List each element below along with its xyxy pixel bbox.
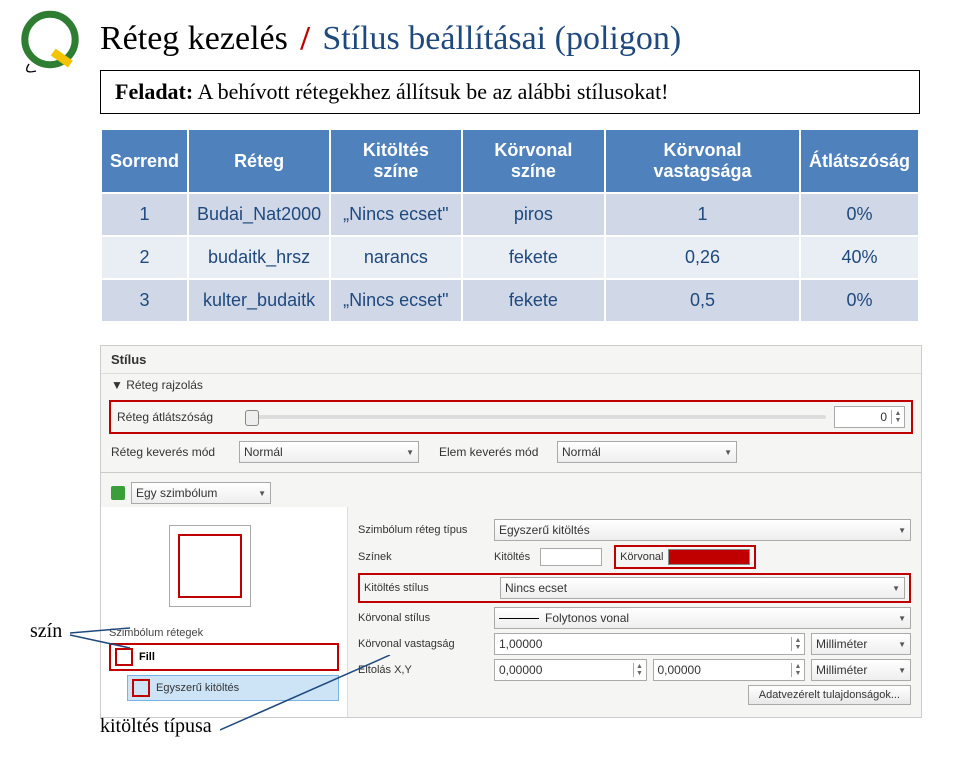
fillstyle-combo[interactable]: Nincs ecset ▼ (500, 577, 905, 599)
task-box: Feladat: A behívott rétegekhez állítsuk … (100, 70, 920, 114)
spin-arrows-icon[interactable]: ▲▼ (891, 410, 904, 424)
line-preview-icon (499, 618, 539, 619)
outlinestyle-label: Körvonal stílus (358, 612, 488, 624)
page-title: Réteg kezelés / Stílus beállításai (poli… (100, 20, 920, 58)
chevron-down-icon: ▼ (258, 489, 266, 498)
slider-thumb-icon[interactable] (245, 410, 259, 426)
symboltype-row: Egy szimbólum ▼ (101, 479, 921, 507)
blend-row: Réteg keverés mód Normál ▼ Elem keverés … (101, 438, 921, 466)
panel-subheader: ▼ Réteg rajzolás (101, 374, 921, 396)
fill-color-button[interactable] (540, 548, 602, 566)
layers-title: Szimbólum rétegek (109, 627, 339, 639)
layer-blend-label: Réteg keverés mód (111, 445, 231, 459)
colors-label: Színek (358, 551, 488, 563)
simplefill-swatch-icon (132, 679, 150, 697)
chevron-down-icon: ▼ (898, 526, 906, 535)
col-atlatszosag: Átlátszóság (800, 129, 919, 193)
chevron-down-icon: ▼ (898, 640, 906, 649)
symlayer-type-combo[interactable]: Egyszerű kitöltés ▼ (494, 519, 911, 541)
fill-swatch-icon (115, 648, 133, 666)
fillstyle-row: Kitöltés stílus Nincs ecset ▼ (358, 573, 911, 603)
fillstyle-label: Kitöltés stílus (364, 582, 494, 594)
layer-item-simple-fill[interactable]: Egyszerű kitöltés (127, 675, 339, 701)
layer-item-fill[interactable]: Fill (109, 643, 339, 671)
offset-y-spinbox[interactable]: 0,00000 ▲▼ (653, 659, 806, 681)
offset-label: Eltolás X,Y (358, 664, 488, 676)
opacity-spinbox[interactable]: 0 ▲▼ (834, 406, 905, 428)
outlinestyle-combo[interactable]: Folytonos vonal ▼ (494, 607, 911, 629)
style-panel: Stílus ▼ Réteg rajzolás Réteg átlátszósá… (100, 345, 922, 718)
feature-blend-combo[interactable]: Normál ▼ (557, 441, 737, 463)
offset-unit-combo[interactable]: Milliméter ▼ (811, 659, 911, 681)
fill-color-label: Kitöltés (494, 551, 530, 563)
table-row: 2 budaitk_hrsz narancs fekete 0,26 40% (101, 236, 919, 279)
symbol-preview (169, 525, 251, 607)
spin-arrows-icon[interactable]: ▲▼ (633, 663, 646, 677)
chevron-down-icon: ▼ (406, 448, 414, 457)
table-row: 1 Budai_Nat2000 „Nincs ecset" piros 1 0% (101, 193, 919, 236)
annotation-kitoltes: kitöltés típusa (100, 715, 212, 738)
outline-color-label: Körvonal (620, 551, 663, 563)
style-table: Sorrend Réteg Kitöltés színe Körvonal sz… (100, 128, 920, 323)
opacity-row: Réteg átlátszóság 0 ▲▼ (109, 400, 913, 434)
opacity-slider[interactable] (245, 415, 826, 419)
preview-outline (178, 534, 242, 598)
right-column: Szimbólum réteg típus Egyszerű kitöltés … (348, 507, 921, 717)
offset-x-spinbox[interactable]: 0,00000 ▲▼ (494, 659, 647, 681)
chevron-down-icon: ▼ (898, 614, 906, 623)
symboltype-icon (111, 486, 125, 500)
data-driven-button[interactable]: Adatvezérelt tulajdonságok... (748, 685, 911, 705)
opacity-label: Réteg átlátszóság (117, 410, 237, 424)
outlinewidth-unit-combo[interactable]: Milliméter ▼ (811, 633, 911, 655)
annotation-szin: szín (30, 620, 62, 643)
symlayer-type-label: Szimbólum réteg típus (358, 524, 488, 536)
col-kitoltes: Kitöltés színe (330, 129, 461, 193)
spin-arrows-icon[interactable]: ▲▼ (791, 663, 804, 677)
chevron-down-icon: ▼ (898, 666, 906, 675)
symboltype-combo[interactable]: Egy szimbólum ▼ (131, 482, 271, 504)
table-row: 3 kulter_budaitk „Nincs ecset" fekete 0,… (101, 279, 919, 322)
chevron-down-icon: ▼ (724, 448, 732, 457)
spin-arrows-icon[interactable]: ▲▼ (791, 637, 804, 651)
col-reteg: Réteg (188, 129, 330, 193)
outline-color-button[interactable] (668, 549, 750, 565)
chevron-down-icon: ▼ (892, 584, 900, 593)
col-korvonal-szine: Körvonal színe (462, 129, 605, 193)
col-sorrend: Sorrend (101, 129, 188, 193)
panel-header: Stílus (101, 346, 921, 374)
feature-blend-label: Elem keverés mód (439, 445, 549, 459)
layer-blend-combo[interactable]: Normál ▼ (239, 441, 419, 463)
outlinewidth-spinbox[interactable]: 1,00000 ▲▼ (494, 633, 805, 655)
left-column: Szimbólum rétegek Fill Egyszerű kitöltés (101, 507, 348, 717)
col-korvonal-vast: Körvonal vastagsága (605, 129, 800, 193)
outline-color-group: Körvonal (614, 545, 755, 569)
qgis-logo-icon (15, 8, 85, 78)
outlinewidth-label: Körvonal vastagság (358, 638, 488, 650)
